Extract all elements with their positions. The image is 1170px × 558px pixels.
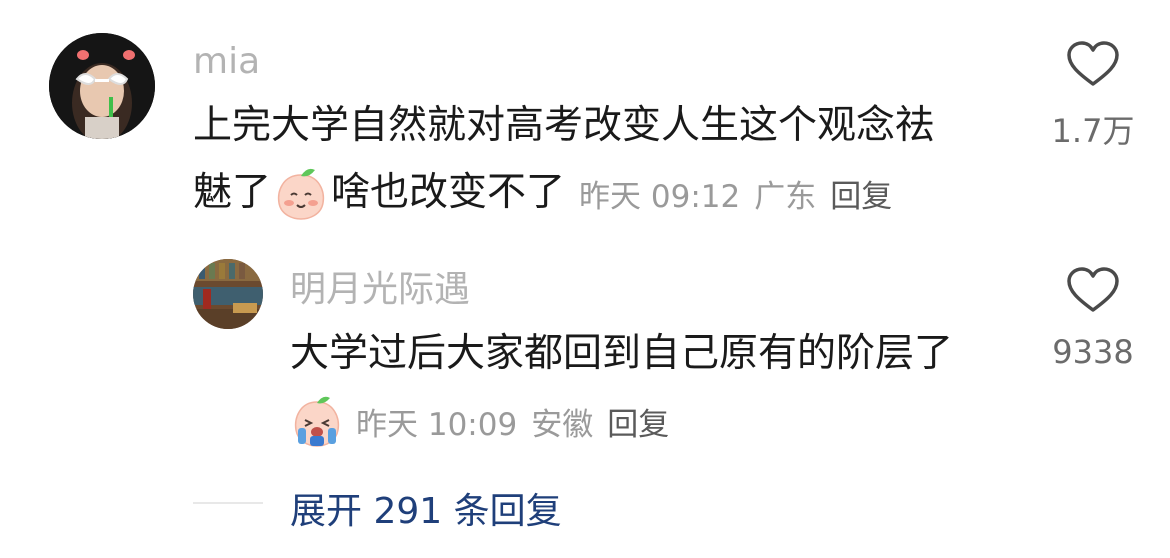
heart-outline-icon	[1067, 267, 1119, 312]
commenter-avatar[interactable]	[49, 33, 155, 139]
comment-text-line-2-after: 啥也改变不了	[331, 170, 566, 215]
heart-outline-icon	[1067, 41, 1119, 86]
comment-text-line-2-before: 魅了	[193, 170, 272, 215]
avatar-image-library-scene	[193, 259, 263, 329]
avatar-image-girl-sunglasses	[49, 33, 155, 139]
reply-username[interactable]: 明月光际遇	[290, 270, 470, 310]
comment-line-2: 魅了 啥也改变不了 昨天 09:12 广东 回复	[193, 160, 892, 226]
comment-like-button[interactable]	[1066, 40, 1120, 88]
reply-like-count: 9338	[1052, 333, 1134, 371]
reply-reply-button[interactable]: 回复	[607, 399, 669, 444]
comment-time: 昨天 09:12	[579, 178, 741, 215]
reply-time: 昨天 10:09	[356, 406, 518, 443]
reply-text: 大学过后大家都回到自己原有的阶层了	[290, 331, 954, 376]
reply-location: 安徽	[531, 406, 594, 443]
crying-peach-emoji-icon	[290, 394, 344, 448]
reply-meta-row: 昨天 10:09 安徽 回复	[290, 390, 669, 452]
comment-location: 广东	[754, 178, 817, 215]
expand-divider	[193, 502, 263, 504]
expand-replies-link[interactable]: 展开 291 条回复	[290, 482, 562, 534]
commenter-username[interactable]: mia	[193, 42, 260, 82]
comment-text-line-1: 上完大学自然就对高考改变人生这个观念祛	[193, 103, 935, 148]
smiling-peach-emoji-icon	[273, 165, 329, 221]
comment-like-count: 1.7万	[1051, 112, 1135, 150]
reply-like-button[interactable]	[1066, 266, 1120, 314]
comment-reply-button[interactable]: 回复	[830, 171, 892, 216]
reply-avatar[interactable]	[193, 259, 263, 329]
